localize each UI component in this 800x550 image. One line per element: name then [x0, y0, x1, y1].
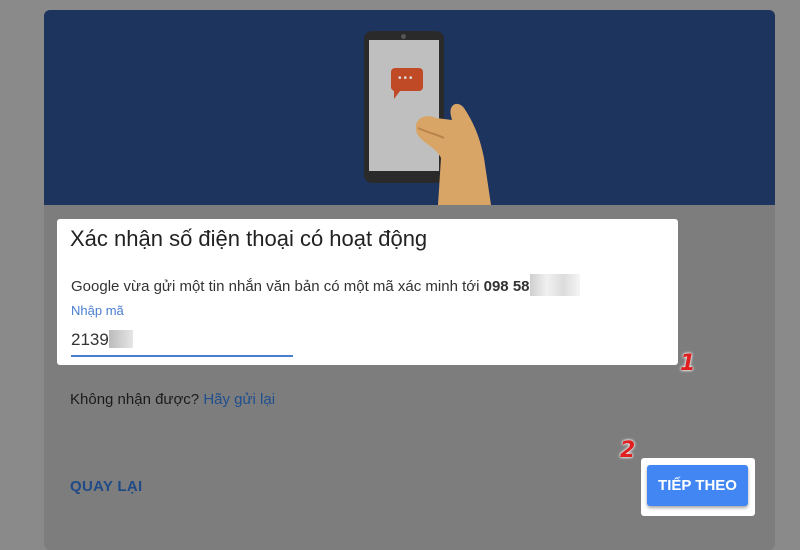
message-text: Google vừa gửi một tin nhắn văn bản có m… [71, 278, 484, 295]
code-field-label: Nhập mã [71, 303, 124, 318]
dialog-title: Xác nhận số điện thoại có hoạt động [70, 226, 428, 251]
next-button[interactable]: TIẾP THEO [647, 465, 748, 506]
code-redaction [108, 330, 133, 348]
hero-banner: ••• [44, 10, 775, 205]
next-button-highlight: TIẾP THEO [641, 458, 755, 516]
phone-redaction [529, 274, 580, 296]
code-input[interactable]: 2139 [71, 330, 133, 350]
hand-icon [415, 103, 491, 205]
dialog-message: Google vừa gửi một tin nhắn văn bản có m… [71, 274, 580, 296]
annotation-marker-1: 1 [680, 351, 696, 376]
phone-number: 098 58 [483, 278, 530, 295]
chat-bubble-icon: ••• [391, 68, 423, 99]
code-value: 2139 [71, 330, 109, 349]
back-button[interactable]: QUAY LẠI [70, 478, 142, 495]
code-input-underline [71, 355, 293, 357]
resend-link[interactable]: Hãy gửi lại [203, 391, 275, 408]
annotation-marker-2: 2 [620, 438, 636, 463]
verify-phone-dialog: Xác nhận số điện thoại có hoạt động Goog… [57, 219, 678, 365]
resend-prompt: Không nhận được? [70, 391, 204, 408]
resend-row: Không nhận được? Hãy gửi lại [70, 391, 275, 408]
